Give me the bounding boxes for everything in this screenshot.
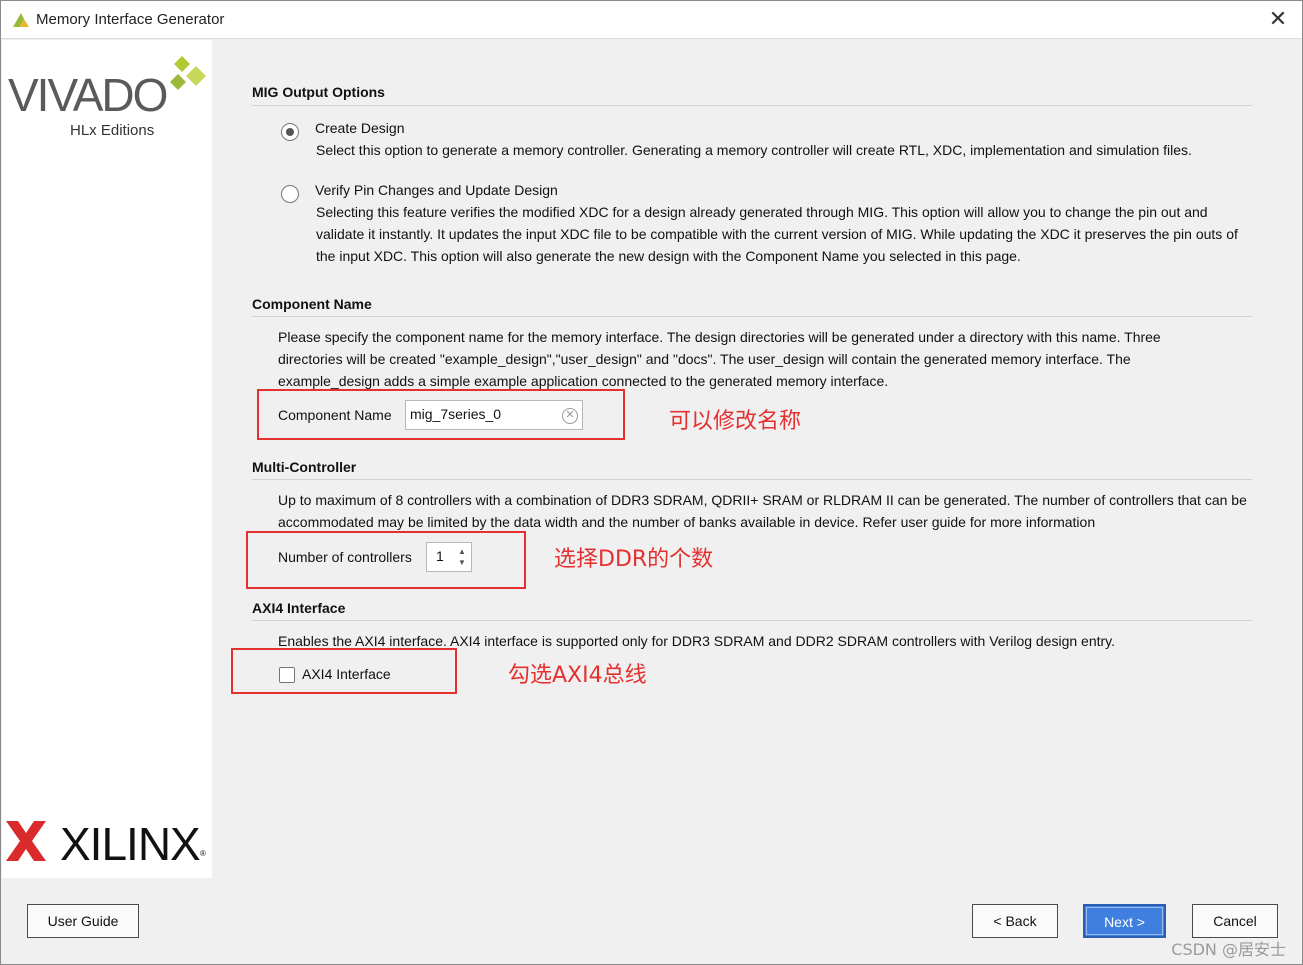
cancel-label: Cancel bbox=[1213, 913, 1257, 929]
section-title-axi: AXI4 Interface bbox=[252, 600, 346, 616]
cancel-button[interactable]: Cancel bbox=[1192, 904, 1278, 938]
create-design-desc: Select this option to generate a memory … bbox=[316, 142, 1192, 158]
vivado-app-icon bbox=[13, 13, 29, 27]
title-bar: Memory Interface Generator ✕ bbox=[1, 1, 1302, 39]
create-design-radio[interactable] bbox=[281, 123, 299, 141]
verify-pin-desc: Selecting this feature verifies the modi… bbox=[316, 204, 1238, 264]
section-title-output-options: MIG Output Options bbox=[252, 84, 385, 100]
dialog-window: Memory Interface Generator ✕ VIVADO HLx … bbox=[0, 0, 1303, 965]
sidebar: VIVADO HLx Editions XILINX ® bbox=[2, 40, 212, 878]
window-title: Memory Interface Generator bbox=[36, 11, 225, 28]
verify-pin-label[interactable]: Verify Pin Changes and Update Design bbox=[315, 182, 558, 198]
annotation-box-component bbox=[257, 389, 625, 440]
back-button[interactable]: < Back bbox=[972, 904, 1058, 938]
close-icon[interactable]: ✕ bbox=[1266, 7, 1290, 31]
next-label: Next > bbox=[1104, 914, 1145, 930]
xilinx-registered: ® bbox=[200, 849, 206, 858]
verify-pin-radio[interactable] bbox=[281, 185, 299, 203]
vivado-logo: VIVADO HLx Editions bbox=[8, 50, 213, 139]
divider bbox=[252, 316, 1252, 317]
main-panel: MIG Output Options Create Design Select … bbox=[212, 40, 1302, 878]
annotation-box-controllers bbox=[246, 531, 526, 589]
back-label: < Back bbox=[993, 913, 1037, 929]
vivado-wordmark: VIVADO bbox=[8, 69, 168, 121]
section-title-component: Component Name bbox=[252, 296, 372, 312]
section-title-multi: Multi-Controller bbox=[252, 459, 357, 475]
divider bbox=[252, 479, 1252, 480]
annotation-text-component: 可以修改名称 bbox=[669, 409, 802, 434]
create-design-label[interactable]: Create Design bbox=[315, 120, 405, 136]
watermark: CSDN @居安士 bbox=[1171, 940, 1286, 959]
create-design-label-text: Create Design bbox=[315, 120, 405, 136]
annotation-text-axi: 勾选AXI4总线 bbox=[508, 663, 647, 688]
vivado-leaf-icon bbox=[170, 56, 206, 90]
annotation-box-axi bbox=[231, 648, 457, 694]
divider bbox=[252, 105, 1252, 106]
xilinx-logo: XILINX ® bbox=[6, 815, 211, 870]
user-guide-button[interactable]: User Guide bbox=[27, 904, 139, 938]
next-button[interactable]: Next > bbox=[1083, 904, 1166, 938]
user-guide-label: User Guide bbox=[47, 913, 119, 929]
xilinx-mark-icon bbox=[6, 821, 46, 861]
vivado-subtitle: HLx Editions bbox=[70, 122, 155, 139]
multi-desc: Up to maximum of 8 controllers with a co… bbox=[278, 492, 1247, 530]
divider bbox=[252, 620, 1252, 621]
xilinx-wordmark: XILINX bbox=[60, 818, 201, 870]
annotation-text-controllers: 选择DDR的个数 bbox=[554, 547, 714, 572]
component-desc: Please specify the component name for th… bbox=[278, 329, 1161, 389]
